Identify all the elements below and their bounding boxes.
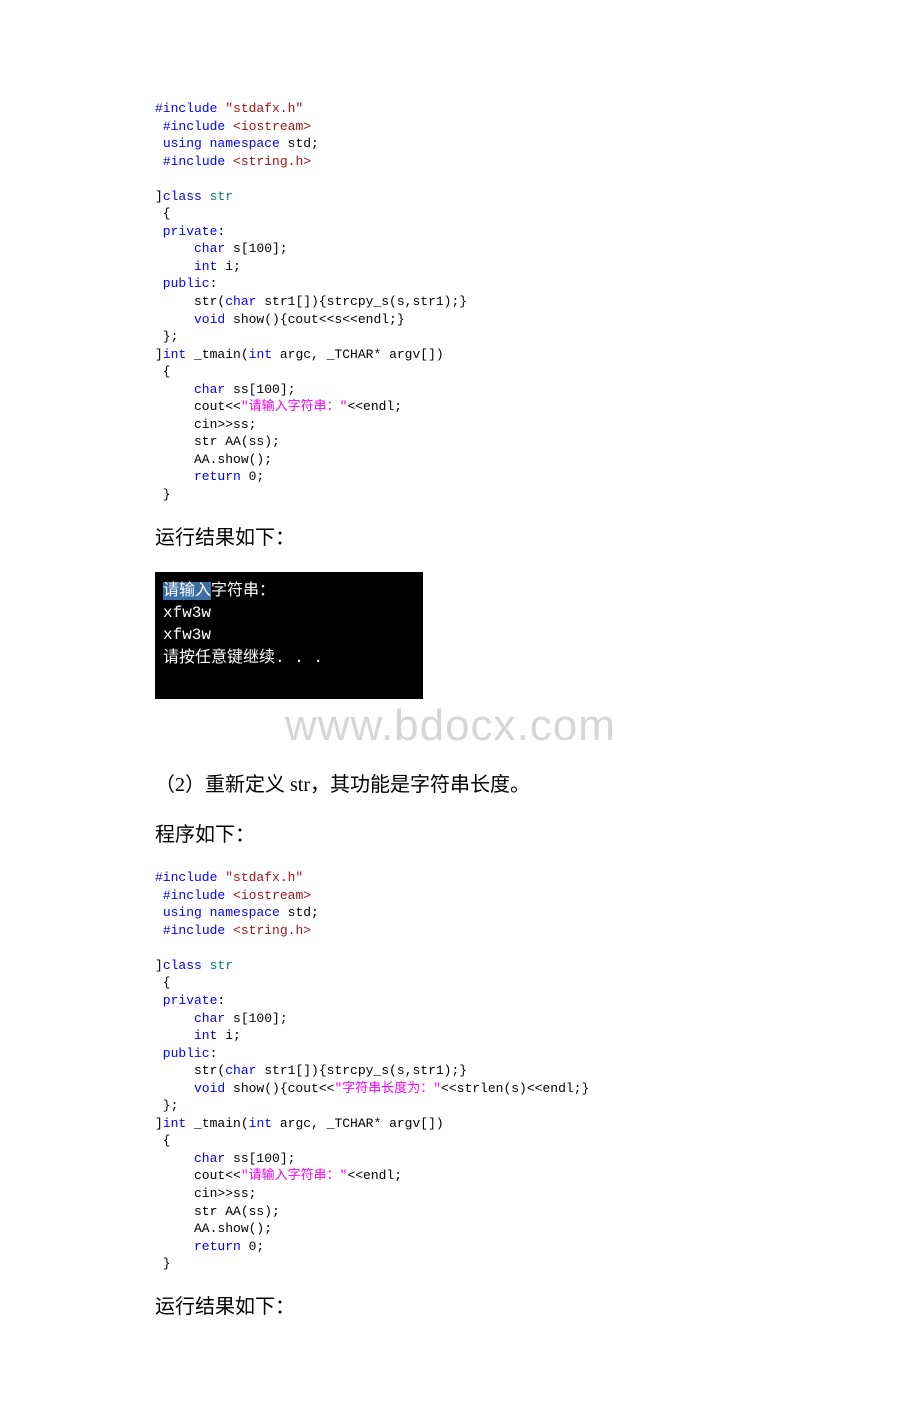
code-token: #include — [163, 888, 225, 903]
code-token: return — [155, 469, 241, 484]
code-token: char — [155, 1011, 225, 1026]
code-token: 0; — [241, 469, 264, 484]
code-token: ss[100]; — [225, 382, 295, 397]
code-token: 0; — [241, 1239, 264, 1254]
code-token: <iostream> — [225, 888, 311, 903]
console-line: 字符串： — [211, 582, 275, 600]
code-token: char — [155, 241, 225, 256]
code-token: } — [155, 1256, 171, 1271]
code-token: private — [155, 993, 217, 1008]
code-token: int — [163, 1116, 186, 1131]
code-token: str AA(ss); — [155, 1204, 280, 1219]
code-token: { — [155, 206, 171, 221]
code-token: #include — [163, 154, 225, 169]
code-token: <<endl; — [347, 399, 402, 414]
code-token: <<endl; — [347, 1168, 402, 1183]
code-token: str — [202, 958, 233, 973]
code-token: "stdafx.h" — [217, 870, 303, 885]
console-line: xfw3w — [163, 626, 211, 644]
code-token: char — [155, 382, 225, 397]
code-token: str1[]){strcpy_s(s,str1);} — [256, 294, 467, 309]
code-token: str AA(ss); — [155, 434, 280, 449]
code-token: return — [155, 1239, 241, 1254]
code-token: using namespace — [163, 136, 280, 151]
code-token: argc, _TCHAR* argv[]) — [272, 1116, 444, 1131]
code-token: class — [163, 958, 202, 973]
code-token: { — [155, 975, 171, 990]
code-token: cout<< — [155, 1168, 241, 1183]
code-token: #include — [155, 870, 217, 885]
paragraph-program-heading: 程序如下： — [155, 819, 765, 851]
code-token: <<strlen(s)<<endl;} — [441, 1081, 589, 1096]
code-token: s[100]; — [225, 241, 287, 256]
code-token: <string.h> — [225, 923, 311, 938]
code-token: std; — [280, 905, 319, 920]
code-token: public — [155, 276, 210, 291]
code-token: <iostream> — [225, 119, 311, 134]
code-token: s[100]; — [225, 1011, 287, 1026]
code-token: int — [249, 1116, 272, 1131]
code-token: : — [210, 276, 218, 291]
code-token: show(){cout<<s<<endl;} — [225, 312, 404, 327]
console-line: xfw3w — [163, 604, 211, 622]
paragraph-redefine: （2）重新定义 str，其功能是字符串长度。 — [155, 769, 765, 801]
code-token: int — [155, 259, 217, 274]
code-token: int — [249, 347, 272, 362]
code-token: { — [155, 364, 171, 379]
code-token: "字符串长度为：" — [334, 1081, 441, 1096]
code-token: "stdafx.h" — [217, 101, 303, 116]
code-token: { — [155, 1133, 171, 1148]
code-token: argc, _TCHAR* argv[]) — [272, 347, 444, 362]
code-token: int — [163, 347, 186, 362]
code-token: show(){cout<< — [225, 1081, 334, 1096]
code-token: #include — [155, 101, 217, 116]
code-token: using namespace — [163, 905, 280, 920]
code-token: cout<< — [155, 399, 241, 414]
code-token: char — [155, 1151, 225, 1166]
code-token: } — [155, 487, 171, 502]
code-token: str1[]){strcpy_s(s,str1);} — [256, 1063, 467, 1078]
code-token: class — [163, 189, 202, 204]
code-token: }; — [155, 1098, 178, 1113]
code-token: "请输入字符串：" — [241, 1168, 348, 1183]
code-token: char — [225, 294, 256, 309]
code-token: ss[100]; — [225, 1151, 295, 1166]
code-token: _tmain( — [186, 347, 248, 362]
watermark-text: www.bdocx.com — [285, 701, 765, 751]
code-token: : — [217, 224, 225, 239]
code-token: str — [202, 189, 233, 204]
console-line: 请输入 — [163, 582, 211, 600]
code-token: <string.h> — [225, 154, 311, 169]
code-token: : — [217, 993, 225, 1008]
code-token: i; — [217, 1028, 240, 1043]
code-token: void — [155, 312, 225, 327]
code-token: char — [225, 1063, 256, 1078]
paragraph-result-heading-2: 运行结果如下： — [155, 1291, 765, 1323]
code-token: private — [155, 224, 217, 239]
code-block-1: #include "stdafx.h" #include <iostream> … — [155, 100, 765, 504]
code-token: i; — [217, 259, 240, 274]
code-token: void — [155, 1081, 225, 1096]
code-token: }; — [155, 329, 178, 344]
code-token: _tmain( — [186, 1116, 248, 1131]
code-token: #include — [163, 923, 225, 938]
code-token: "请输入字符串：" — [241, 399, 348, 414]
document-page: #include "stdafx.h" #include <iostream> … — [0, 0, 920, 1421]
code-token: AA.show(); — [155, 1221, 272, 1236]
code-token: public — [155, 1046, 210, 1061]
code-token: str( — [155, 1063, 225, 1078]
code-token: : — [210, 1046, 218, 1061]
code-token: cin>>ss; — [155, 1186, 256, 1201]
console-output-1: 请输入字符串： xfw3w xfw3w 请按任意键继续. . . — [155, 572, 423, 700]
console-line: 请按任意键继续. . . — [163, 649, 323, 667]
code-token: std; — [280, 136, 319, 151]
paragraph-result-heading: 运行结果如下： — [155, 522, 765, 554]
code-token: cin>>ss; — [155, 417, 256, 432]
code-token: #include — [163, 119, 225, 134]
code-token: str( — [155, 294, 225, 309]
code-block-2: #include "stdafx.h" #include <iostream> … — [155, 869, 765, 1273]
code-token: AA.show(); — [155, 452, 272, 467]
code-token: int — [155, 1028, 217, 1043]
